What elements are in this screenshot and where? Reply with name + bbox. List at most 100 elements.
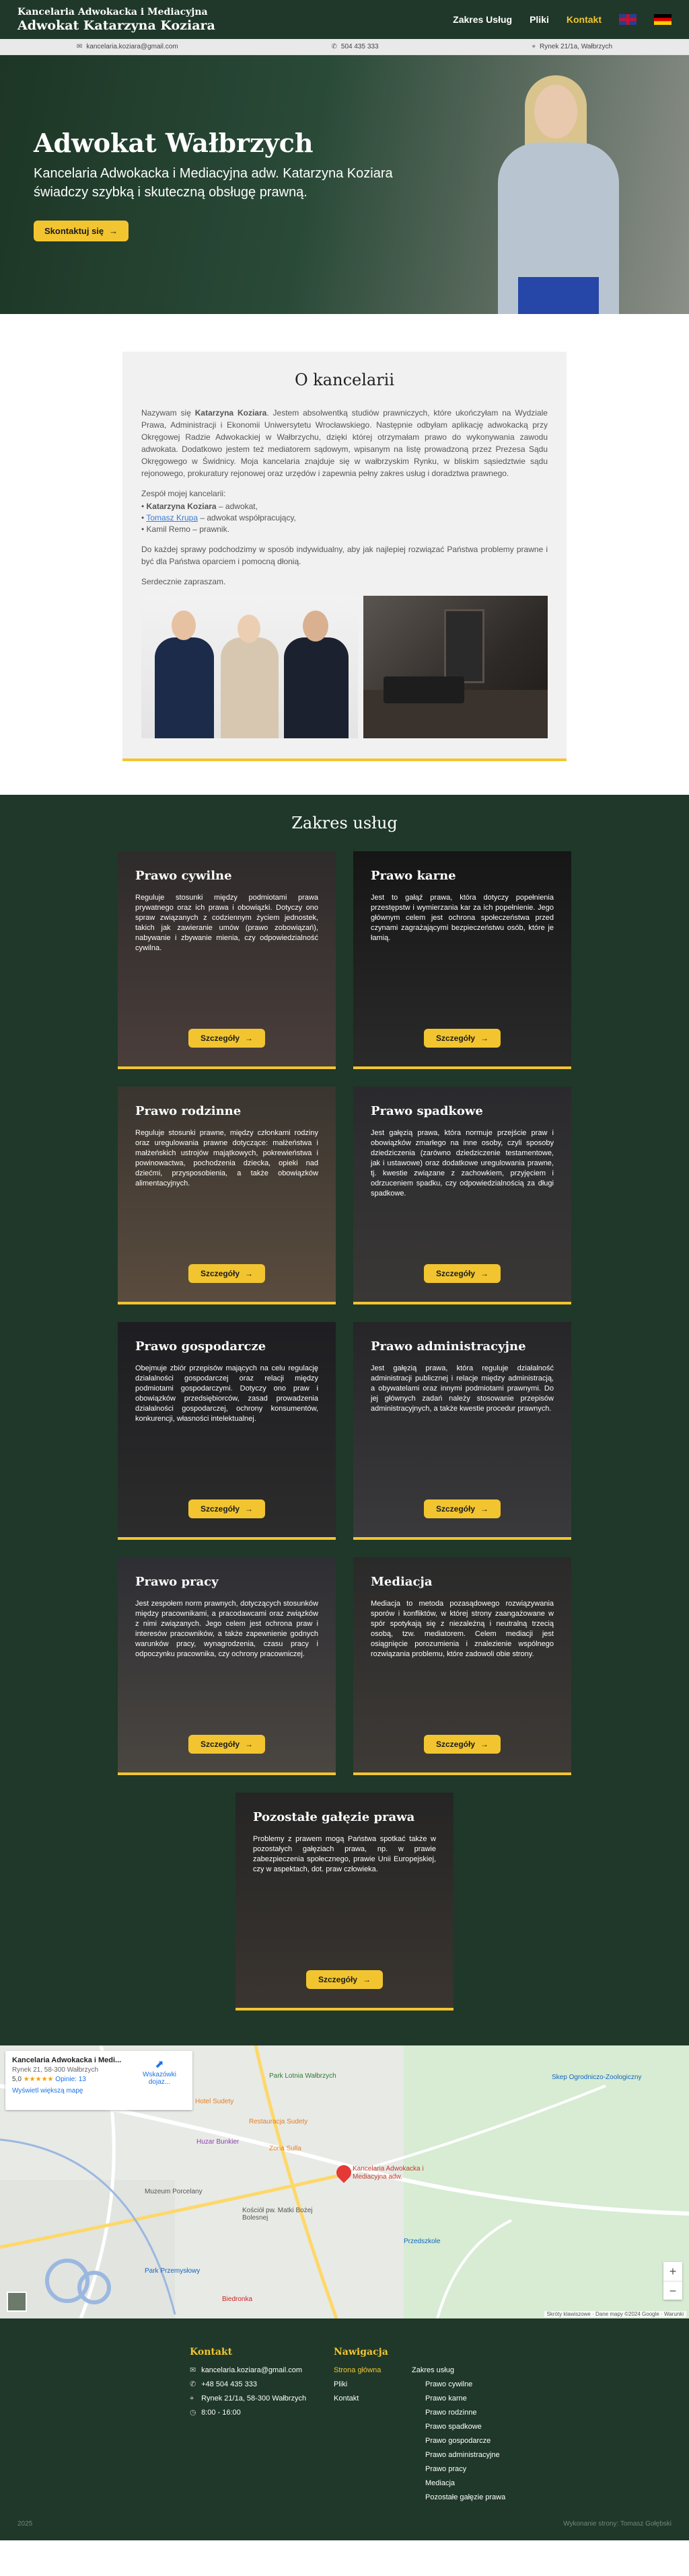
- details-button[interactable]: Szczegóły →: [305, 1970, 384, 1989]
- footer-email-text: kancelaria.koziara@gmail.com: [201, 2366, 303, 2374]
- footer-service-link[interactable]: Mediacja: [412, 2476, 505, 2491]
- contact-cta-button[interactable]: Skontaktuj się →: [34, 221, 129, 241]
- contact-cta-label: Skontaktuj się: [44, 226, 104, 236]
- team-label: Zespół mojej kancelarii:: [141, 489, 226, 498]
- map-poi[interactable]: Muzeum Porcelany: [145, 2188, 203, 2195]
- mail-icon: ✉: [190, 2366, 196, 2374]
- about-paragraph-2: Do każdej sprawy podchodzimy w sposób in…: [141, 545, 548, 566]
- contact-address[interactable]: ⌖ Rynek 21/1a, Wałbrzych: [532, 43, 612, 50]
- team-member-role: – adwokat współpracujący,: [198, 513, 296, 522]
- about-section: O kancelarii Nazywam się Katarzyna Kozia…: [0, 314, 689, 795]
- map-poi[interactable]: Kościół pw. Matki Bożej Bolesnej: [242, 2207, 336, 2222]
- service-title: Prawo gospodarcze: [135, 1339, 266, 1354]
- service-card-prawo-karne: Prawo karne Jest to gałąź prawa, która d…: [353, 851, 571, 1069]
- zoom-in-button[interactable]: +: [663, 2262, 682, 2281]
- footer-service-link[interactable]: Prawo karne: [412, 2392, 505, 2406]
- team-member-link[interactable]: Tomasz Krupa: [146, 513, 198, 522]
- hero-subtitle: Kancelaria Adwokacka i Mediacyjna adw. K…: [34, 166, 393, 200]
- footer-services-title[interactable]: Zakres usług: [412, 2364, 505, 2378]
- arrow-right-icon: →: [245, 1269, 254, 1278]
- footer-service-link[interactable]: Prawo administracyjne: [412, 2448, 505, 2462]
- phone-icon: ✆: [190, 2380, 196, 2388]
- footer-service-link[interactable]: Prawo spadkowe: [412, 2420, 505, 2434]
- copyright-year: 2025: [17, 2520, 33, 2528]
- details-button-label: Szczegóły: [318, 1975, 358, 1984]
- nav-kontakt[interactable]: Kontakt: [567, 14, 602, 25]
- service-title: Pozostałe gałęzie prawa: [253, 1810, 415, 1824]
- contact-phone[interactable]: ✆ 504 435 333: [332, 43, 379, 50]
- team-member-role: – adwokat,: [216, 502, 258, 511]
- arrow-right-icon: →: [480, 1504, 489, 1514]
- google-map[interactable]: Kancelaria Adwokacka i Medi... Rynek 21,…: [0, 2045, 689, 2318]
- contact-bar: ✉ kancelaria.koziara@gmail.com ✆ 504 435 3…: [0, 39, 689, 55]
- contact-email[interactable]: ✉ kancelaria.koziara@gmail.com: [77, 43, 178, 50]
- service-title: Mediacja: [371, 1575, 433, 1589]
- about-p1-name: Katarzyna Koziara: [194, 408, 267, 418]
- map-poi[interactable]: Park Przemysłowy: [145, 2267, 200, 2275]
- details-button[interactable]: Szczegóły →: [188, 1029, 266, 1048]
- team-member: Kamil Remo – prawnik.: [141, 524, 548, 535]
- footer-service-link[interactable]: Pozostałe gałęzie prawa: [412, 2491, 505, 2505]
- about-photos: [141, 596, 548, 738]
- service-description: Reguluje stosunki między podmiotami praw…: [135, 894, 318, 952]
- nav-pliki[interactable]: Pliki: [530, 14, 549, 25]
- footer-service-link[interactable]: Prawo rodzinne: [412, 2406, 505, 2420]
- map-reviews-link[interactable]: Opinie: 13: [55, 2076, 86, 2083]
- details-button[interactable]: Szczegóły →: [423, 1029, 501, 1048]
- about-p1-post: . Jestem absolwentką studiów prawniczych…: [141, 408, 548, 478]
- site-credit[interactable]: Wykonanie strony: Tomasz Gołębski: [563, 2520, 672, 2528]
- german-flag-icon[interactable]: [654, 14, 672, 25]
- logo[interactable]: Kancelaria Adwokacka i Mediacyjna Adwoka…: [17, 6, 215, 33]
- arrow-right-icon: →: [480, 1269, 489, 1278]
- arrow-right-icon: →: [363, 1975, 371, 1984]
- footer-service-link[interactable]: Prawo gospodarcze: [412, 2434, 505, 2448]
- footer-email[interactable]: ✉ kancelaria.koziara@gmail.com: [190, 2364, 306, 2378]
- service-card-pozostale: Pozostałe gałęzie prawa Problemy z prawe…: [235, 1793, 454, 2011]
- details-button[interactable]: Szczegóły →: [423, 1499, 501, 1518]
- english-flag-icon[interactable]: [619, 14, 637, 25]
- zoom-out-button[interactable]: −: [663, 2281, 682, 2300]
- directions-icon: ⬈: [155, 2059, 164, 2070]
- details-button-label: Szczegóły: [435, 1504, 476, 1514]
- details-button[interactable]: Szczegóły →: [423, 1735, 501, 1754]
- map-zoom-controls: + −: [663, 2262, 682, 2300]
- map-poi[interactable]: Przedszkole: [404, 2238, 440, 2245]
- map-poi[interactable]: Huzar Bunkier: [196, 2138, 239, 2146]
- larger-map-link[interactable]: Wyświetl większą mapę: [12, 2087, 186, 2095]
- hero-section: Adwokat Wałbrzych Kancelaria Adwokacka i…: [0, 55, 689, 314]
- details-button[interactable]: Szczegóły →: [188, 1735, 266, 1754]
- footer-hours: ◷ 8:00 - 16:00: [190, 2406, 306, 2420]
- directions-button[interactable]: ⬈ Wskazówki dojaz...: [136, 2058, 183, 2086]
- services-grid: Prawo cywilne Reguluje stosunki między p…: [118, 851, 571, 1775]
- hero-portrait: [471, 55, 646, 314]
- map-poi[interactable]: Park Lotnia Wałbrzych: [269, 2072, 336, 2080]
- footer-address: ⌖ Rynek 21/1a, 58-300 Wałbrzych: [190, 2392, 306, 2406]
- footer-navigation: Nawigacja Strona główna Pliki Kontakt: [334, 2345, 388, 2406]
- map-icon: ⌖: [532, 43, 536, 50]
- map-poi[interactable]: Biedronka: [222, 2296, 252, 2303]
- footer-link-pliki[interactable]: Pliki: [334, 2378, 388, 2392]
- team-member-name: Katarzyna Koziara: [146, 502, 217, 511]
- service-description: Reguluje stosunki prawne, między członka…: [135, 1129, 318, 1187]
- footer-phone[interactable]: ✆ +48 504 435 333: [190, 2378, 306, 2392]
- map-poi[interactable]: Restauracja Sudety: [249, 2118, 307, 2125]
- details-button[interactable]: Szczegóły →: [188, 1264, 266, 1283]
- arrow-right-icon: →: [245, 1033, 254, 1043]
- footer-phone-text: +48 504 435 333: [201, 2380, 257, 2388]
- street-view-icon[interactable]: [7, 2292, 27, 2312]
- arrow-right-icon: →: [245, 1504, 254, 1514]
- details-button[interactable]: Szczegóły →: [423, 1264, 501, 1283]
- details-button[interactable]: Szczegóły →: [188, 1499, 266, 1518]
- map-poi[interactable]: Hotel Sudety: [195, 2098, 233, 2105]
- nav-zakres-uslug[interactable]: Zakres Usług: [453, 14, 512, 25]
- hero-title: Adwokat Wałbrzych: [34, 128, 314, 158]
- footer-service-link[interactable]: Prawo cywilne: [412, 2378, 505, 2392]
- footer-services: Zakres usług Prawo cywilne Prawo karne P…: [412, 2345, 505, 2505]
- footer-link-home[interactable]: Strona główna: [334, 2364, 388, 2378]
- service-description: Jest to gałąź prawa, która dotyczy popeł…: [371, 894, 554, 942]
- footer-service-link[interactable]: Prawo pracy: [412, 2462, 505, 2476]
- map-poi[interactable]: Zona Sulla: [269, 2145, 301, 2152]
- footer-contact: Kontakt ✉ kancelaria.koziara@gmail.com ✆…: [190, 2345, 306, 2420]
- footer-link-kontakt[interactable]: Kontakt: [334, 2392, 388, 2406]
- map-poi[interactable]: Skep Ogrodniczo-Zoologiczny: [552, 2074, 641, 2081]
